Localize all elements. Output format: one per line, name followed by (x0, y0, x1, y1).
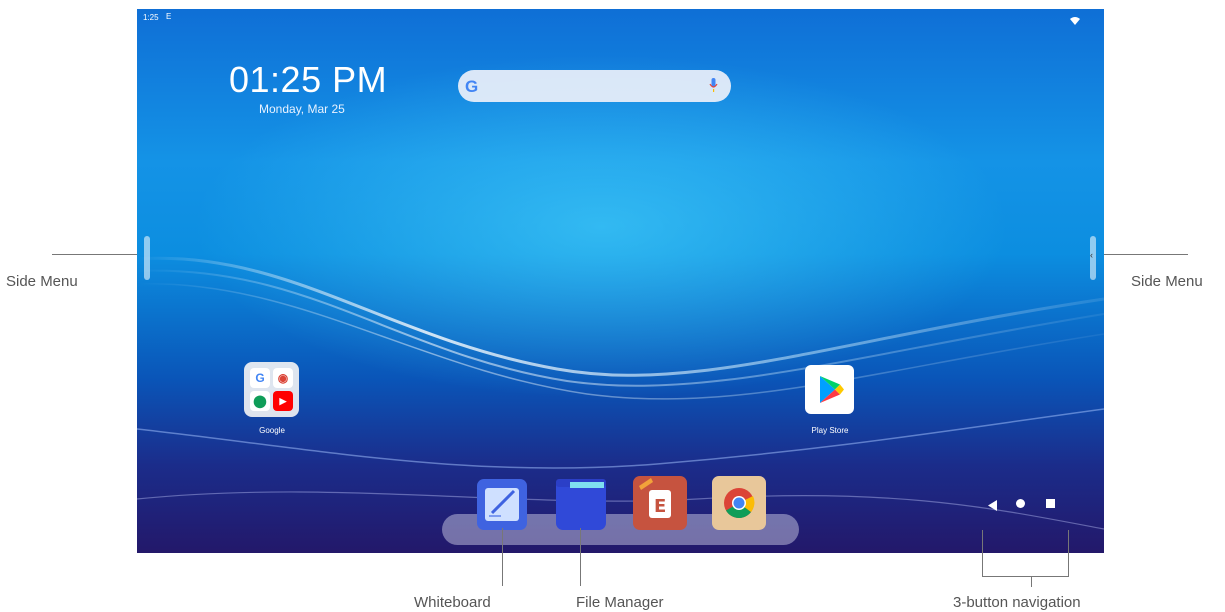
callout-file-manager: File Manager (576, 594, 664, 611)
callout-bracket-left (982, 530, 983, 576)
callout-line-left (52, 254, 137, 255)
android-home-screen: 1:25 E 01:25 PM Monday, Mar 25 G ‹ G ◉ ⬤… (137, 9, 1104, 553)
file-manager-app-icon[interactable] (556, 479, 606, 530)
google-logo-icon: G (465, 77, 479, 96)
google-search-bar[interactable]: G (458, 70, 731, 102)
callout-bracket-stem (1031, 576, 1032, 587)
status-time: 1:25 (143, 13, 159, 22)
callout-side-menu-left: Side Menu (6, 273, 78, 290)
side-menu-handle-left[interactable] (144, 236, 150, 280)
callout-line-whiteboard (502, 528, 503, 586)
svg-text:E: E (654, 496, 666, 517)
signal-icon: E (166, 12, 172, 21)
callout-whiteboard: Whiteboard (414, 594, 491, 611)
callout-bracket-right (1068, 530, 1069, 576)
home-button[interactable] (1016, 499, 1025, 508)
whiteboard-app-icon[interactable] (477, 479, 527, 530)
e-app-icon[interactable]: E (633, 476, 687, 530)
chevron-left-icon: ‹ (1090, 250, 1093, 260)
clock-widget-date: Monday, Mar 25 (259, 102, 345, 116)
side-menu-handle-right[interactable]: ‹ (1090, 236, 1096, 280)
back-button[interactable] (988, 498, 997, 516)
maps-icon: ⬤ (250, 391, 270, 411)
youtube-icon: ▶ (273, 391, 293, 411)
play-store-icon[interactable] (805, 365, 854, 414)
mic-icon[interactable] (709, 78, 718, 98)
google-folder-label: Google (259, 426, 285, 435)
callout-bracket-bottom (982, 576, 1069, 577)
recents-button[interactable] (1046, 499, 1055, 508)
clock-widget-time[interactable]: 01:25 PM (229, 59, 387, 101)
callout-side-menu-right: Side Menu (1131, 273, 1203, 290)
google-folder[interactable]: G ◉ ⬤ ▶ (244, 362, 299, 417)
google-icon: G (250, 368, 270, 388)
callout-3-button-navigation: 3-button navigation (953, 594, 1081, 611)
callout-line-right (1104, 254, 1188, 255)
wifi-icon (1070, 12, 1080, 30)
callout-line-file-manager (580, 528, 581, 586)
play-store-label: Play Store (811, 426, 849, 435)
chrome-app-icon[interactable] (712, 476, 766, 530)
chrome-icon: ◉ (273, 368, 293, 388)
